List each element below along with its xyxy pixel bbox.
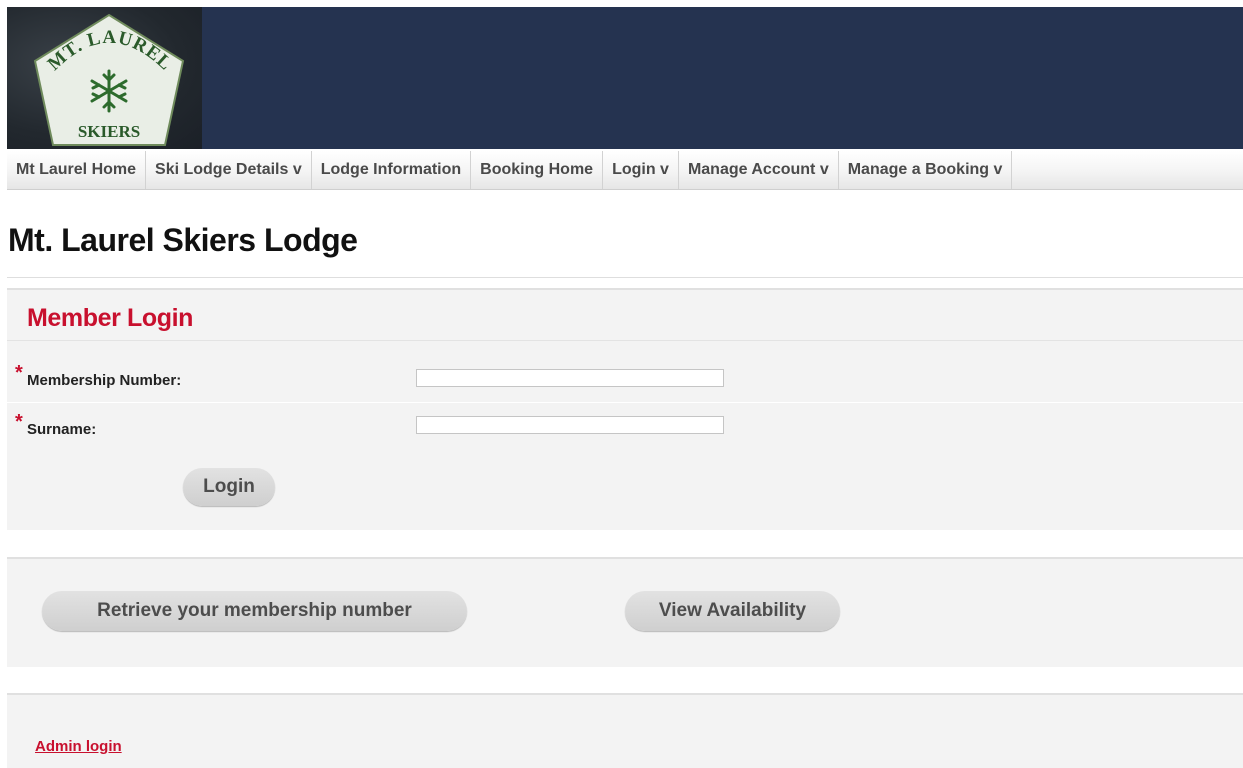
nav-item-manage-account[interactable]: Manage Account v	[679, 151, 839, 189]
admin-login-link[interactable]: Admin login	[35, 738, 122, 755]
nav-item-lodge-information[interactable]: Lodge Information	[312, 151, 472, 189]
nav-item-mt-laurel-home[interactable]: Mt Laurel Home	[7, 151, 147, 189]
nav-item-booking-home[interactable]: Booking Home	[471, 151, 604, 189]
membership-number-input[interactable]	[416, 369, 724, 387]
login-button[interactable]: Login	[183, 468, 275, 506]
logo-text-bottom: SKIERS	[78, 122, 140, 141]
page-title: Mt. Laurel Skiers Lodge	[8, 222, 358, 258]
retrieve-membership-number-button[interactable]: Retrieve your membership number	[42, 591, 467, 631]
member-login-heading: Member Login	[27, 304, 194, 332]
main-nav: Mt Laurel Home Ski Lodge Details v Lodge…	[7, 151, 1243, 190]
header-banner: MT. LAUREL SKIERS	[7, 7, 1243, 149]
surname-label: Surname:	[27, 421, 97, 438]
required-marker: *	[15, 411, 23, 433]
view-availability-button[interactable]: View Availability	[625, 591, 840, 631]
nav-item-ski-lodge-details[interactable]: Ski Lodge Details v	[146, 151, 312, 189]
mt-laurel-skiers-logo[interactable]: MT. LAUREL SKIERS	[29, 11, 189, 147]
membership-number-label: Membership Number:	[27, 372, 182, 389]
actions-panel: Retrieve your membership number View Ava…	[7, 557, 1243, 667]
row-divider	[7, 402, 1243, 403]
member-login-panel: Member Login * Membership Number: * Surn…	[7, 288, 1243, 530]
heading-divider	[7, 340, 1243, 341]
admin-panel: Admin login	[7, 693, 1243, 768]
required-marker: *	[15, 362, 23, 384]
surname-input[interactable]	[416, 416, 724, 434]
nav-item-manage-a-booking[interactable]: Manage a Booking v	[839, 151, 1013, 189]
nav-item-login[interactable]: Login v	[603, 151, 679, 189]
title-divider	[7, 277, 1243, 278]
